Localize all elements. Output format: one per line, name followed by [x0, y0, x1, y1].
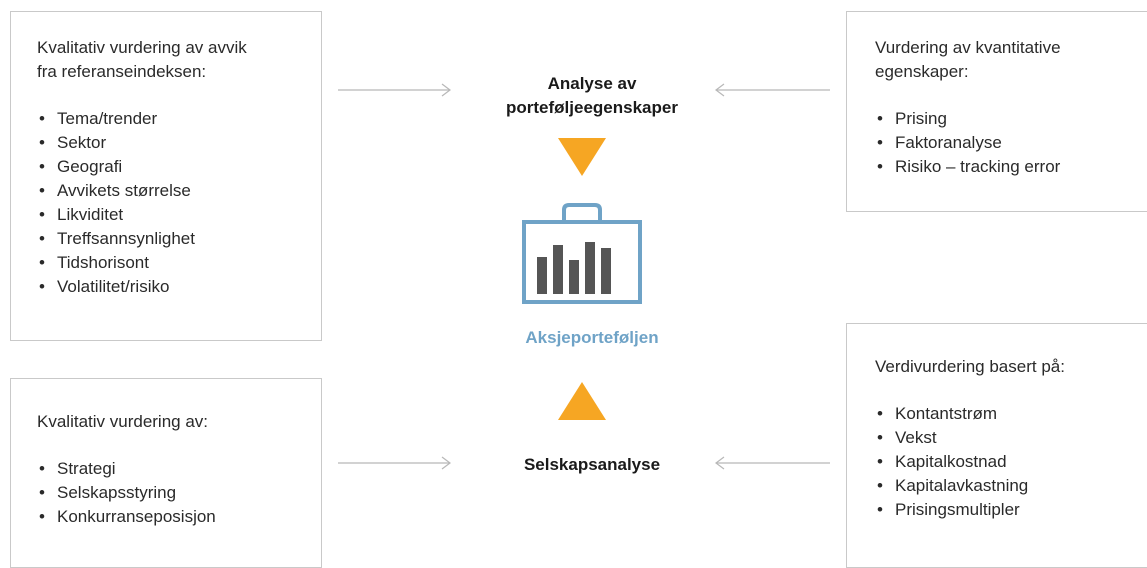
arrow-left-icon: [715, 83, 830, 97]
list-item: Sektor: [37, 131, 295, 155]
list-item: Prising: [875, 107, 1127, 131]
list-item: Vekst: [875, 426, 1127, 450]
list-item: Prisingsmultipler: [875, 498, 1127, 522]
list-item: Kontantstrøm: [875, 402, 1127, 426]
list-item: Likviditet: [37, 203, 295, 227]
list-item: Risiko – tracking error: [875, 155, 1127, 179]
portfolio-label: Aksjeporteføljen: [525, 328, 659, 347]
bullet-list: Strategi Selskapsstyring Konkurranseposi…: [37, 457, 295, 529]
arrow-right-icon: [338, 83, 451, 97]
list-item: Kapitalavkastning: [875, 474, 1127, 498]
list-item: Selskapsstyring: [37, 481, 295, 505]
list-item: Tema/trender: [37, 107, 295, 131]
list-item: Faktoranalyse: [875, 131, 1127, 155]
box-heading: Verdivurdering basert på:: [875, 357, 1065, 376]
list-item: Strategi: [37, 457, 295, 481]
triangle-down-icon: [558, 138, 606, 176]
box-heading: Kvalitativ vurdering av avvik fra refera…: [37, 38, 247, 81]
quantitative-properties-box: Vurdering av kvantitative egenskaper: Pr…: [846, 11, 1147, 212]
bullet-list: Prising Faktoranalyse Risiko – tracking …: [875, 107, 1127, 179]
list-item: Kapitalkostnad: [875, 450, 1127, 474]
triangle-up-icon: [558, 382, 606, 420]
company-analysis-label: Selskapsanalyse: [523, 455, 661, 474]
qualitative-deviation-box: Kvalitativ vurdering av avvik fra refera…: [10, 11, 322, 341]
bullet-list: Tema/trender Sektor Geografi Avvikets st…: [37, 107, 295, 299]
valuation-box: Verdivurdering basert på: Kontantstrøm V…: [846, 323, 1147, 568]
list-item: Avvikets størrelse: [37, 179, 295, 203]
arrow-right-icon: [338, 456, 451, 470]
briefcase-bar-chart-icon: [522, 203, 642, 304]
list-item: Geografi: [37, 155, 295, 179]
list-item: Konkurranseposisjon: [37, 505, 295, 529]
qualitative-assessment-box: Kvalitativ vurdering av: Strategi Selska…: [10, 378, 322, 568]
box-heading: Kvalitativ vurdering av:: [37, 412, 209, 431]
list-item: Treffsannsynlighet: [37, 227, 295, 251]
portfolio-properties-label: Analyse av porteføljeegenskaper: [506, 74, 678, 117]
box-heading: Vurdering av kvantitative egenskaper:: [875, 38, 1061, 81]
bullet-list: Kontantstrøm Vekst Kapitalkostnad Kapita…: [875, 402, 1127, 522]
list-item: Volatilitet/risiko: [37, 275, 295, 299]
list-item: Tidshorisont: [37, 251, 295, 275]
arrow-left-icon: [715, 456, 830, 470]
